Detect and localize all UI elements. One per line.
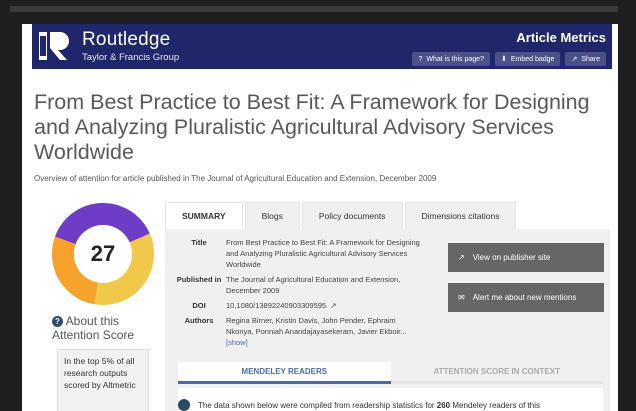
metrics-tabs: SUMMARY Blogs Policy documents Dimension… — [165, 202, 518, 230]
download-icon: ⬇ — [500, 56, 507, 63]
embed-badge-label: Embed badge — [510, 55, 555, 63]
tab-mendeley-readers[interactable]: MENDELEY READERS — [178, 362, 391, 384]
detail-value: Regina Birner, Kristin Davis, John Pende… — [226, 315, 422, 348]
question-icon: ? — [418, 55, 423, 63]
window-top-strip — [10, 6, 618, 12]
doi-link[interactable]: 10.1080/13892240903309595 ↗ — [226, 300, 422, 311]
header-buttons: ? What is this page? ⬇ Embed badge ↗ Sha… — [412, 52, 606, 66]
brand-subtitle: Taylor & Francis Group — [82, 52, 180, 63]
info-circle-icon — [178, 399, 190, 411]
top-percent-box: In the top 5% of all research outputs sc… — [57, 349, 149, 411]
share-label: Share — [581, 55, 600, 63]
alert-mentions-label: Alert me about new mentions — [472, 293, 577, 302]
external-link-icon: ↗ — [458, 253, 465, 262]
reader-count: 260 — [436, 400, 451, 410]
alert-mentions-button[interactable]: ✉ Alert me about new mentions — [448, 283, 604, 312]
detail-row-authors: Authors Regina Birner, Kristin Davis, Jo… — [172, 315, 422, 348]
article-subtitle: Overview of attention for article publis… — [34, 174, 437, 183]
detail-row-title: Title From Best Practice to Best Fit: A … — [172, 237, 422, 270]
envelope-icon: ✉ — [458, 293, 465, 302]
section-title: Article Metrics — [516, 30, 606, 45]
info-suffix: Mendeley readers of this — [450, 400, 540, 410]
what-is-this-button[interactable]: ? What is this page? — [412, 52, 490, 66]
altmetric-page: Routledge Taylor & Francis Group Article… — [22, 24, 618, 411]
detail-row-published: Published in The Journal of Agricultural… — [172, 274, 422, 296]
tab-policy-documents[interactable]: Policy documents — [301, 202, 403, 230]
attention-score: 27 — [90, 241, 116, 266]
mendeley-info: The data shown below were compiled from … — [178, 399, 540, 411]
detail-row-doi: DOI 10.1080/13892240903309595 ↗ — [172, 300, 422, 311]
detail-value: From Best Practice to Best Fit: A Framew… — [226, 238, 420, 269]
tab-attention-context[interactable]: ATTENTION SCORE IN CONTEXT — [390, 362, 603, 384]
what-is-this-label: What is this page? — [426, 55, 484, 63]
tab-dimensions-citations[interactable]: Dimensions citations — [404, 202, 517, 230]
tab-blogs[interactable]: Blogs — [244, 202, 300, 230]
mendeley-tabs: MENDELEY READERS ATTENTION SCORE IN CONT… — [178, 362, 603, 384]
detail-label: Title — [191, 238, 207, 247]
share-button[interactable]: ↗ Share — [565, 52, 606, 66]
detail-label: DOI — [192, 301, 206, 310]
question-circle-icon: ? — [52, 316, 63, 327]
mendeley-info-text: The data shown below were compiled from … — [198, 401, 540, 410]
info-prefix: The data shown below were compiled from … — [198, 400, 437, 410]
view-publisher-button[interactable]: ↗ View on publisher site — [448, 243, 604, 272]
authors-value: Regina Birner, Kristin Davis, John Pende… — [226, 316, 407, 336]
article-details: Title From Best Practice to Best Fit: A … — [172, 237, 422, 352]
embed-badge-button[interactable]: ⬇ Embed badge — [494, 52, 561, 66]
page-header: Routledge Taylor & Francis Group Article… — [32, 24, 612, 69]
tab-summary[interactable]: SUMMARY — [165, 202, 243, 230]
show-authors-link[interactable]: [show] — [226, 338, 248, 347]
detail-value: The Journal of Agricultural Education an… — [226, 275, 401, 295]
about-score-link[interactable]: ? About this Attention Score — [52, 314, 162, 342]
detail-label: Published in — [176, 275, 222, 284]
share-icon: ↗ — [571, 56, 578, 63]
external-link-icon: ↗ — [328, 301, 337, 310]
view-publisher-label: View on publisher site — [472, 253, 551, 262]
routledge-logo-icon — [39, 32, 69, 60]
brand-name[interactable]: Routledge — [82, 29, 170, 51]
about-score-label: About this Attention Score — [52, 314, 135, 342]
article-title: From Best Practice to Best Fit: A Framew… — [34, 90, 590, 164]
doi-value: 10.1080/13892240903309595 — [226, 301, 327, 310]
detail-label: Authors — [184, 316, 214, 325]
